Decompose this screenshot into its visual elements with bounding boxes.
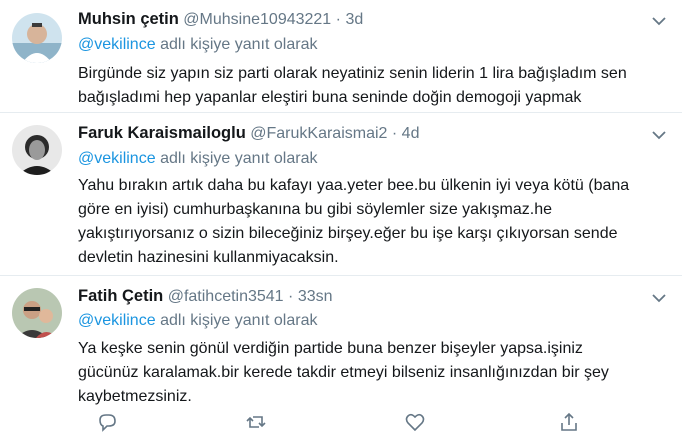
chevron-down-icon[interactable] bbox=[651, 15, 667, 27]
tweet-timestamp[interactable]: 33sn bbox=[298, 288, 333, 305]
chevron-down-icon[interactable] bbox=[651, 292, 667, 304]
mention-link[interactable]: @vekilince bbox=[78, 312, 156, 329]
tweet-text: Birgünde siz yapın siz parti olarak neya… bbox=[78, 65, 627, 106]
display-name[interactable]: Muhsin çetin bbox=[78, 10, 179, 28]
reply-context: @vekilince adlı kişiye yanıt olarak bbox=[78, 36, 317, 54]
tweet-text: Ya keşke senin gönül verdiğin partide bu… bbox=[78, 340, 609, 405]
tweet-timestamp[interactable]: 3d bbox=[345, 11, 363, 28]
reply-context-label: adlı kişiye yanıt olarak bbox=[160, 36, 318, 53]
like-icon[interactable] bbox=[404, 411, 426, 433]
mention-link[interactable]: @vekilince bbox=[78, 150, 156, 167]
divider bbox=[0, 112, 682, 113]
avatar[interactable] bbox=[12, 13, 62, 63]
reply-context-label: adlı kişiye yanıt olarak bbox=[160, 150, 318, 167]
separator-dot: · bbox=[335, 11, 341, 28]
display-name[interactable]: Fatih Çetin bbox=[78, 287, 163, 305]
tweet-action-bar bbox=[0, 407, 682, 437]
separator-dot: · bbox=[288, 288, 294, 305]
reply-context: @vekilince adlı kişiye yanıt olarak bbox=[78, 150, 317, 168]
user-handle[interactable]: @fatihcetin3541 bbox=[168, 288, 284, 305]
tweet-timestamp[interactable]: 4d bbox=[402, 125, 420, 142]
avatar[interactable] bbox=[12, 125, 62, 175]
reply-context: @vekilince adlı kişiye yanıt olarak bbox=[78, 312, 317, 330]
share-icon[interactable] bbox=[558, 411, 580, 433]
tweet-text: Yahu bırakın artık daha bu kafayı yaa.ye… bbox=[78, 177, 630, 266]
chevron-down-icon[interactable] bbox=[651, 129, 667, 141]
reply-context-label: adlı kişiye yanıt olarak bbox=[160, 312, 318, 329]
divider bbox=[0, 275, 682, 276]
avatar[interactable] bbox=[12, 288, 62, 338]
retweet-icon[interactable] bbox=[245, 411, 267, 433]
separator-dot: · bbox=[391, 125, 398, 142]
display-name[interactable]: Faruk Karaismailoglu bbox=[78, 124, 246, 142]
user-handle[interactable]: @Muhsine10943221 bbox=[183, 11, 331, 28]
user-handle[interactable]: @FarukKaraismai2 bbox=[250, 125, 387, 142]
mention-link[interactable]: @vekilince bbox=[78, 36, 156, 53]
reply-icon[interactable] bbox=[96, 411, 118, 433]
